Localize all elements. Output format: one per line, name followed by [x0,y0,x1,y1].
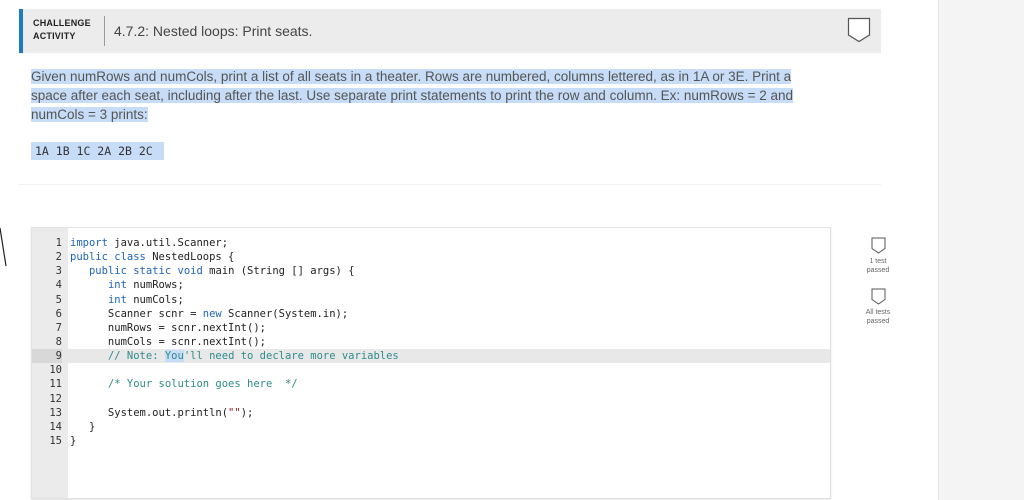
test-status-label: 1 test passed [866,258,890,274]
line-number: 3 [55,265,62,278]
activity-title: 4.7.2: Nested loops: Print seats. [114,23,313,39]
code-text[interactable]: /* Your solution goes here */ [70,377,298,391]
line-number: 7 [55,321,62,334]
right-side-panel [938,0,1024,500]
code-line[interactable]: 11 /* Your solution goes here */ [32,377,830,391]
code-text[interactable]: import java.util.Scanner; [70,236,228,250]
line-number: 6 [55,307,62,320]
code-text[interactable]: System.out.println(""); [70,406,253,420]
code-text[interactable]: numRows = scnr.nextInt(); [70,321,266,335]
test-status-1: 1 test passed [858,237,898,275]
line-number: 5 [55,293,62,306]
code-text[interactable]: } [70,434,76,448]
activity-type-line2: ACTIVITY [33,31,76,41]
line-number: 2 [55,251,62,264]
shield-outline-icon [871,237,885,254]
activity-header: CHALLENGE ACTIVITY 4.7.2: Nested loops: … [19,9,881,53]
line-number: 11 [49,378,62,391]
code-line[interactable]: 1 import java.util.Scanner; [32,236,830,250]
line-number: 9 [32,349,62,364]
code-editor[interactable]: 1 import java.util.Scanner; 2 public class … [31,227,831,499]
line-number: 15 [49,434,62,447]
test-status-2: All tests passed [858,288,898,326]
code-text[interactable]: // Note: You'll need to declare more var… [70,349,399,363]
code-text[interactable]: } [70,420,95,434]
code-line[interactable]: 12 [32,392,830,406]
code-line[interactable]: 9 // Note: You'll need to declare more v… [32,349,830,364]
code-line[interactable]: 3 public static void main (String [] arg… [32,264,830,278]
challenge-activity-card: CHALLENGE ACTIVITY 4.7.2: Nested loops: … [19,9,890,500]
left-edge-mark [0,227,7,267]
code-line[interactable]: 10 [32,363,830,377]
activity-type-line1: CHALLENGE [33,18,91,28]
code-line[interactable]: 4 int numRows; [32,278,830,292]
problem-description: Given numRows and numCols, print a list … [31,67,821,124]
line-number: 4 [55,279,62,292]
code-lines: 1 import java.util.Scanner; 2 public class … [32,236,830,448]
header-divider [104,16,105,46]
line-number: 14 [49,420,62,433]
code-line[interactable]: 13 System.out.println(""); [32,406,830,420]
code-text[interactable]: int numRows; [70,278,184,292]
code-line[interactable]: 7 numRows = scnr.nextInt(); [32,321,830,335]
line-number: 13 [49,406,62,419]
line-number: 8 [55,335,62,348]
section-divider [19,184,881,185]
code-line[interactable]: 5 int numCols; [32,293,830,307]
shield-outline-icon [871,288,885,305]
code-line[interactable]: 15} [32,434,830,448]
problem-description-text: Given numRows and numCols, print a list … [31,69,794,122]
line-number: 10 [49,364,62,377]
activity-type-label: CHALLENGE ACTIVITY [33,17,99,43]
code-line[interactable]: 6 Scanner scnr = new Scanner(System.in); [32,307,830,321]
code-line[interactable]: 8 numCols = scnr.nextInt(); [32,335,830,349]
accent-bar [19,9,23,53]
code-text[interactable]: Scanner scnr = new Scanner(System.in); [70,307,348,321]
line-number: 1 [55,237,62,249]
line-number: 12 [49,392,62,405]
code-line[interactable]: 14 } [32,420,830,434]
test-status-label: All tests passed [865,309,891,325]
code-text[interactable]: int numCols; [70,293,184,307]
code-line[interactable]: 2 public class NestedLoops { [32,250,830,264]
completion-shield-icon [847,17,871,43]
example-output: 1A 1B 1C 2A 2B 2C [31,142,164,160]
code-text[interactable]: numCols = scnr.nextInt(); [70,335,266,349]
code-text[interactable]: public static void main (String [] args)… [70,264,355,278]
code-text[interactable]: public class NestedLoops { [70,250,234,264]
